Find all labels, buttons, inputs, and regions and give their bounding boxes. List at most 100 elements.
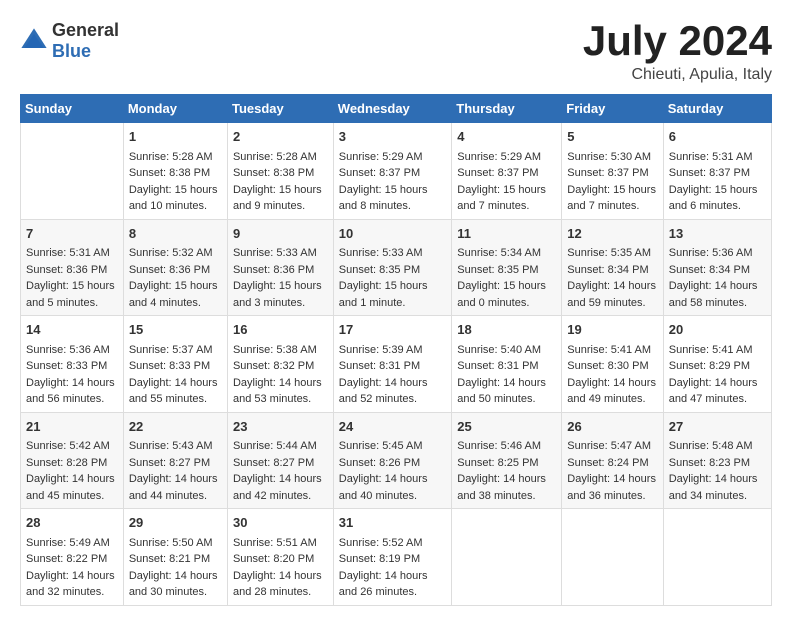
logo-general: General (52, 20, 119, 40)
calendar-cell: 24Sunrise: 5:45 AMSunset: 8:26 PMDayligh… (333, 412, 451, 509)
calendar-cell: 12Sunrise: 5:35 AMSunset: 8:34 PMDayligh… (562, 219, 663, 316)
daylight-info: Daylight: 15 hours and 3 minutes. (233, 278, 328, 311)
sunset-info: Sunset: 8:38 PM (233, 165, 328, 182)
sunrise-info: Sunrise: 5:42 AM (26, 438, 118, 455)
sunrise-info: Sunrise: 5:29 AM (457, 149, 556, 166)
sunset-info: Sunset: 8:34 PM (567, 262, 657, 279)
header-saturday: Saturday (663, 95, 771, 123)
calendar-cell: 1Sunrise: 5:28 AMSunset: 8:38 PMDaylight… (123, 123, 227, 220)
daylight-info: Daylight: 15 hours and 0 minutes. (457, 278, 556, 311)
day-number: 5 (567, 127, 657, 147)
daylight-info: Daylight: 15 hours and 7 minutes. (457, 182, 556, 215)
sunset-info: Sunset: 8:29 PM (669, 358, 766, 375)
title-block: July 2024 Chieuti, Apulia, Italy (583, 20, 772, 84)
day-number: 28 (26, 513, 118, 533)
daylight-info: Daylight: 14 hours and 58 minutes. (669, 278, 766, 311)
calendar-cell: 17Sunrise: 5:39 AMSunset: 8:31 PMDayligh… (333, 316, 451, 413)
header-tuesday: Tuesday (227, 95, 333, 123)
calendar-cell (21, 123, 124, 220)
daylight-info: Daylight: 14 hours and 38 minutes. (457, 471, 556, 504)
sunrise-info: Sunrise: 5:48 AM (669, 438, 766, 455)
calendar-cell: 15Sunrise: 5:37 AMSunset: 8:33 PMDayligh… (123, 316, 227, 413)
sunset-info: Sunset: 8:33 PM (129, 358, 222, 375)
daylight-info: Daylight: 14 hours and 59 minutes. (567, 278, 657, 311)
sunrise-info: Sunrise: 5:29 AM (339, 149, 446, 166)
day-number: 31 (339, 513, 446, 533)
calendar-cell: 6Sunrise: 5:31 AMSunset: 8:37 PMDaylight… (663, 123, 771, 220)
logo-text: General Blue (52, 20, 119, 62)
calendar-cell: 30Sunrise: 5:51 AMSunset: 8:20 PMDayligh… (227, 509, 333, 606)
header-friday: Friday (562, 95, 663, 123)
sunset-info: Sunset: 8:32 PM (233, 358, 328, 375)
sunset-info: Sunset: 8:22 PM (26, 551, 118, 568)
daylight-info: Daylight: 15 hours and 5 minutes. (26, 278, 118, 311)
sunrise-info: Sunrise: 5:32 AM (129, 245, 222, 262)
calendar-week-row: 28Sunrise: 5:49 AMSunset: 8:22 PMDayligh… (21, 509, 772, 606)
day-number: 9 (233, 224, 328, 244)
day-number: 29 (129, 513, 222, 533)
sunrise-info: Sunrise: 5:37 AM (129, 342, 222, 359)
sunset-info: Sunset: 8:37 PM (669, 165, 766, 182)
daylight-info: Daylight: 14 hours and 34 minutes. (669, 471, 766, 504)
sunset-info: Sunset: 8:37 PM (457, 165, 556, 182)
calendar-week-row: 14Sunrise: 5:36 AMSunset: 8:33 PMDayligh… (21, 316, 772, 413)
calendar-cell: 11Sunrise: 5:34 AMSunset: 8:35 PMDayligh… (452, 219, 562, 316)
day-number: 16 (233, 320, 328, 340)
calendar-cell: 28Sunrise: 5:49 AMSunset: 8:22 PMDayligh… (21, 509, 124, 606)
calendar-cell: 14Sunrise: 5:36 AMSunset: 8:33 PMDayligh… (21, 316, 124, 413)
calendar-cell: 19Sunrise: 5:41 AMSunset: 8:30 PMDayligh… (562, 316, 663, 413)
calendar-cell: 20 Sunrise: 5:41 AMSunset: 8:29 PMDayligh… (663, 316, 771, 413)
calendar-cell: 23Sunrise: 5:44 AMSunset: 8:27 PMDayligh… (227, 412, 333, 509)
calendar-cell: 7Sunrise: 5:31 AMSunset: 8:36 PMDaylight… (21, 219, 124, 316)
calendar-cell: 26Sunrise: 5:47 AMSunset: 8:24 PMDayligh… (562, 412, 663, 509)
header-thursday: Thursday (452, 95, 562, 123)
day-number: 3 (339, 127, 446, 147)
daylight-info: Daylight: 15 hours and 6 minutes. (669, 182, 766, 215)
logo: General Blue (20, 20, 119, 62)
day-number: 26 (567, 417, 657, 437)
sunset-info: Sunset: 8:37 PM (567, 165, 657, 182)
sunrise-info: Sunrise: 5:28 AM (233, 149, 328, 166)
header-monday: Monday (123, 95, 227, 123)
daylight-info: Daylight: 14 hours and 42 minutes. (233, 471, 328, 504)
calendar-table: SundayMondayTuesdayWednesdayThursdayFrid… (20, 94, 772, 606)
sunrise-info: Sunrise: 5:30 AM (567, 149, 657, 166)
sunrise-info: Sunrise: 5:51 AM (233, 535, 328, 552)
daylight-info: Daylight: 15 hours and 7 minutes. (567, 182, 657, 215)
day-number: 27 (669, 417, 766, 437)
calendar-cell: 16Sunrise: 5:38 AMSunset: 8:32 PMDayligh… (227, 316, 333, 413)
daylight-info: Daylight: 15 hours and 1 minute. (339, 278, 446, 311)
day-number: 15 (129, 320, 222, 340)
calendar-week-row: 7Sunrise: 5:31 AMSunset: 8:36 PMDaylight… (21, 219, 772, 316)
sunrise-info: Sunrise: 5:43 AM (129, 438, 222, 455)
daylight-info: Daylight: 14 hours and 47 minutes. (669, 375, 766, 408)
calendar-cell: 3Sunrise: 5:29 AMSunset: 8:37 PMDaylight… (333, 123, 451, 220)
daylight-info: Daylight: 14 hours and 52 minutes. (339, 375, 446, 408)
sunrise-info: Sunrise: 5:45 AM (339, 438, 446, 455)
sunrise-info: Sunrise: 5:36 AM (669, 245, 766, 262)
day-number: 19 (567, 320, 657, 340)
sunset-info: Sunset: 8:30 PM (567, 358, 657, 375)
calendar-week-row: 21Sunrise: 5:42 AMSunset: 8:28 PMDayligh… (21, 412, 772, 509)
day-number: 20 (669, 320, 766, 340)
daylight-info: Daylight: 14 hours and 40 minutes. (339, 471, 446, 504)
calendar-cell: 31Sunrise: 5:52 AMSunset: 8:19 PMDayligh… (333, 509, 451, 606)
sunrise-info: Sunrise: 5:38 AM (233, 342, 328, 359)
day-number: 30 (233, 513, 328, 533)
daylight-info: Daylight: 14 hours and 30 minutes. (129, 568, 222, 601)
daylight-info: Daylight: 14 hours and 36 minutes. (567, 471, 657, 504)
calendar-cell (562, 509, 663, 606)
sunrise-info: Sunrise: 5:41 AM (669, 342, 766, 359)
header-sunday: Sunday (21, 95, 124, 123)
sunset-info: Sunset: 8:36 PM (129, 262, 222, 279)
sunset-info: Sunset: 8:26 PM (339, 455, 446, 472)
calendar-cell: 13Sunrise: 5:36 AMSunset: 8:34 PMDayligh… (663, 219, 771, 316)
day-number: 25 (457, 417, 556, 437)
day-number: 6 (669, 127, 766, 147)
calendar-cell: 5 Sunrise: 5:30 AMSunset: 8:37 PMDaylight… (562, 123, 663, 220)
calendar-cell: 22Sunrise: 5:43 AMSunset: 8:27 PMDayligh… (123, 412, 227, 509)
header-wednesday: Wednesday (333, 95, 451, 123)
calendar-cell: 10Sunrise: 5:33 AMSunset: 8:35 PMDayligh… (333, 219, 451, 316)
day-number: 12 (567, 224, 657, 244)
daylight-info: Daylight: 14 hours and 26 minutes. (339, 568, 446, 601)
